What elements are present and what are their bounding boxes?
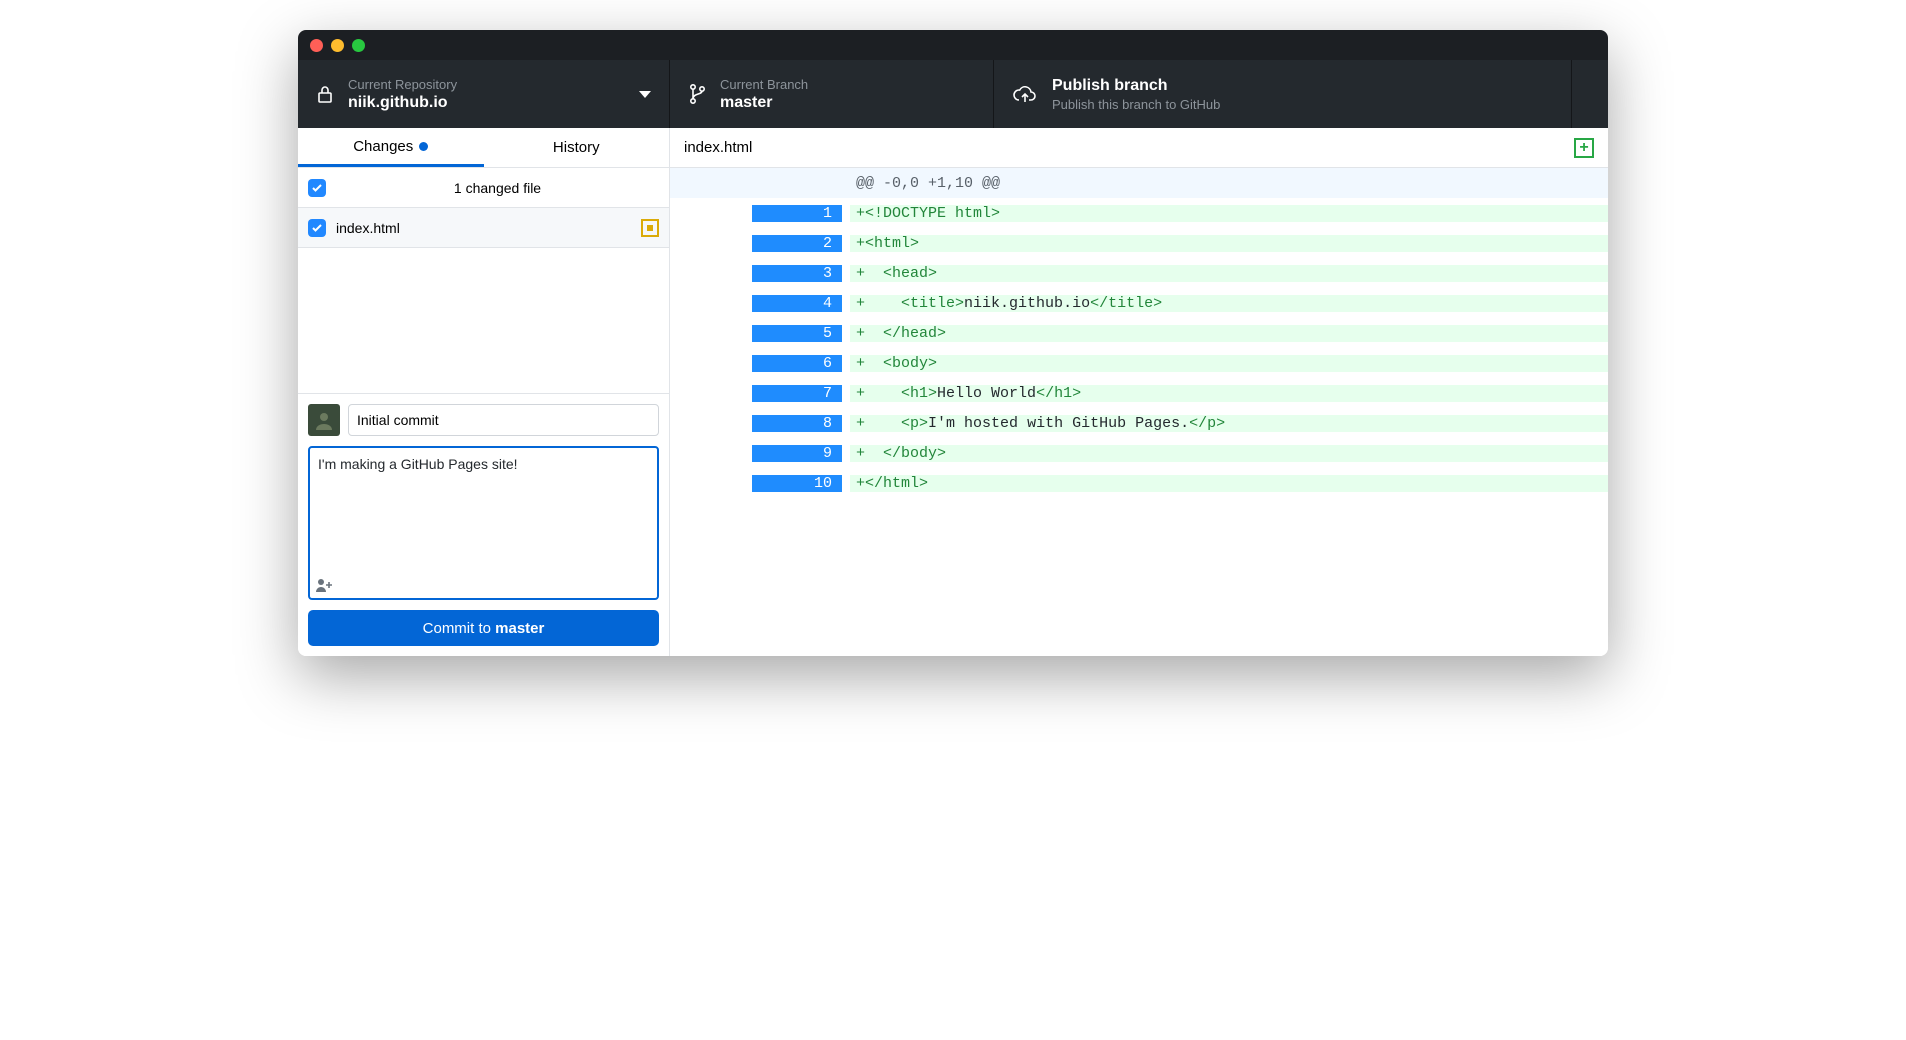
branch-value: master [720,94,808,112]
file-checkbox[interactable] [308,219,326,237]
branch-icon [688,83,706,105]
toolbar-extra [1572,60,1608,128]
commit-form: I'm making a GitHub Pages site! Commit t… [298,393,669,656]
sidebar: Changes History 1 changed file index.htm… [298,128,670,656]
diff-body[interactable]: @@ -0,0 +1,10 @@1+<!DOCTYPE html>2+<html… [670,168,1608,656]
chevron-down-icon [639,91,651,98]
branch-dropdown[interactable]: Current Branch master [670,60,994,128]
select-all-checkbox[interactable] [308,179,326,197]
changed-file-row[interactable]: index.html [298,208,669,248]
repo-dropdown[interactable]: Current Repository niik.github.io [298,60,670,128]
commit-summary-input[interactable] [348,404,659,436]
toolbar: Current Repository niik.github.io Curren… [298,60,1608,128]
tab-history-label: History [553,139,600,156]
diff-line: 1+<!DOCTYPE html> [670,198,1608,228]
titlebar [298,30,1608,60]
changes-indicator-icon [419,142,428,151]
tab-changes-label: Changes [353,138,413,155]
branch-label: Current Branch [720,77,808,92]
diff-filename: index.html [684,139,752,156]
diff-line: 5+ </head> [670,318,1608,348]
commit-description-text: I'm making a GitHub Pages site! [318,456,518,472]
minimize-window-button[interactable] [331,39,344,52]
app-window: Current Repository niik.github.io Curren… [298,30,1608,656]
commit-btn-branch: master [495,620,544,637]
diff-line: 4+ <title>niik.github.io</title> [670,288,1608,318]
close-window-button[interactable] [310,39,323,52]
main-body: Changes History 1 changed file index.htm… [298,128,1608,656]
diff-pane: index.html + @@ -0,0 +1,10 @@1+<!DOCTYPE… [670,128,1608,656]
publish-sub: Publish this branch to GitHub [1052,97,1220,112]
maximize-window-button[interactable] [352,39,365,52]
changes-header: 1 changed file [298,168,669,208]
diff-line: 8+ <p>I'm hosted with GitHub Pages.</p> [670,408,1608,438]
publish-button[interactable]: Publish branch Publish this branch to Gi… [994,60,1572,128]
diff-line: 10+</html> [670,468,1608,498]
avatar[interactable] [308,404,340,436]
file-name: index.html [336,220,631,236]
diff-line: 7+ <h1>Hello World</h1> [670,378,1608,408]
add-coauthor-icon[interactable] [316,578,334,592]
file-list-spacer [298,248,669,328]
sidebar-tabs: Changes History [298,128,669,168]
repo-label: Current Repository [348,77,457,92]
diff-line: @@ -0,0 +1,10 @@ [670,168,1608,198]
repo-value: niik.github.io [348,94,457,112]
changes-count: 1 changed file [336,180,659,196]
diff-header: index.html + [670,128,1608,168]
lock-icon [316,84,334,104]
diff-line: 6+ <body> [670,348,1608,378]
publish-label: Publish branch [1052,77,1220,95]
commit-button[interactable]: Commit to master [308,610,659,646]
diff-line: 3+ <head> [670,258,1608,288]
expand-diff-icon[interactable]: + [1574,138,1594,158]
commit-btn-prefix: Commit to [423,620,496,637]
diff-line: 2+<html> [670,228,1608,258]
tab-history[interactable]: History [484,128,670,167]
diff-line: 9+ </body> [670,438,1608,468]
cloud-upload-icon [1012,84,1038,104]
commit-description-input[interactable]: I'm making a GitHub Pages site! [308,446,659,600]
modified-status-icon [641,219,659,237]
tab-changes[interactable]: Changes [298,128,484,167]
